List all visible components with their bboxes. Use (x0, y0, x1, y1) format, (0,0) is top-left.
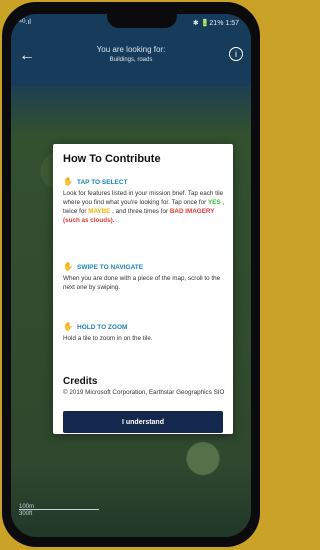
tap-section: ✋ TAP TO SELECT Look for features listed… (63, 177, 228, 225)
scale-bar-line (19, 509, 99, 510)
hold-section: ✋ HOLD TO ZOOM Hold a tile to zoom in on… (63, 322, 228, 343)
info-icon[interactable]: i (229, 47, 243, 61)
screen: ⁴ᴳ.ıl ✱ 🔋21% 1:57 ← You are looking for:… (11, 14, 251, 537)
hold-body: Hold a tile to zoom in on the tile. (63, 335, 153, 342)
scale-imperial: 300ft (19, 511, 33, 517)
phone-frame: ⁴ᴳ.ıl ✱ 🔋21% 1:57 ← You are looking for:… (2, 2, 260, 547)
hold-heading: ✋ HOLD TO ZOOM (63, 322, 228, 332)
credits-body: © 2019 Microsoft Corporation, Earthstar … (63, 389, 225, 396)
header-title: You are looking for: (96, 45, 166, 54)
header-subtitle: Buildings, roads (109, 57, 153, 63)
map-scale: 100m 300ft (19, 504, 34, 518)
swipe-heading: ✋ SWIPE TO NAVIGATE (63, 262, 228, 272)
tap-hand-icon: ✋ (63, 177, 73, 186)
swipe-hand-icon: ✋ (63, 262, 73, 271)
maybe-label: MAYBE (88, 208, 111, 215)
hold-title: HOLD TO ZOOM (77, 323, 128, 331)
camera-notch (107, 14, 177, 28)
credits-title: Credits (63, 376, 98, 387)
hold-hand-icon: ✋ (63, 322, 73, 331)
top-bar: ⁴ᴳ.ıl ✱ 🔋21% 1:57 ← You are looking for:… (11, 14, 251, 86)
tap-body: Look for features listed in your mission… (63, 189, 228, 225)
tap-title: TAP TO SELECT (77, 178, 128, 186)
back-arrow-icon[interactable]: ← (19, 48, 35, 64)
tap-heading: ✋ TAP TO SELECT (63, 177, 228, 187)
swipe-section: ✋ SWIPE TO NAVIGATE When you are done wi… (63, 262, 228, 292)
how-to-contribute-modal: How To Contribute ✋ TAP TO SELECT Look f… (53, 144, 233, 434)
swipe-body: When you are done with a piece of the ma… (63, 275, 221, 291)
yes-label: YES (207, 199, 221, 206)
tap-body-1: Look for features listed in your mission… (63, 190, 224, 206)
tap-body-3: , and three times for (112, 208, 170, 215)
signal-indicator: ⁴ᴳ.ıl (19, 19, 31, 26)
modal-title: How To Contribute (63, 153, 161, 165)
page: ⁴ᴳ.ıl ✱ 🔋21% 1:57 ← You are looking for:… (0, 0, 263, 550)
i-understand-button[interactable]: I understand (63, 411, 223, 433)
status-icons: ✱ 🔋21% 1:57 (192, 20, 239, 27)
swipe-title: SWIPE TO NAVIGATE (77, 263, 144, 271)
